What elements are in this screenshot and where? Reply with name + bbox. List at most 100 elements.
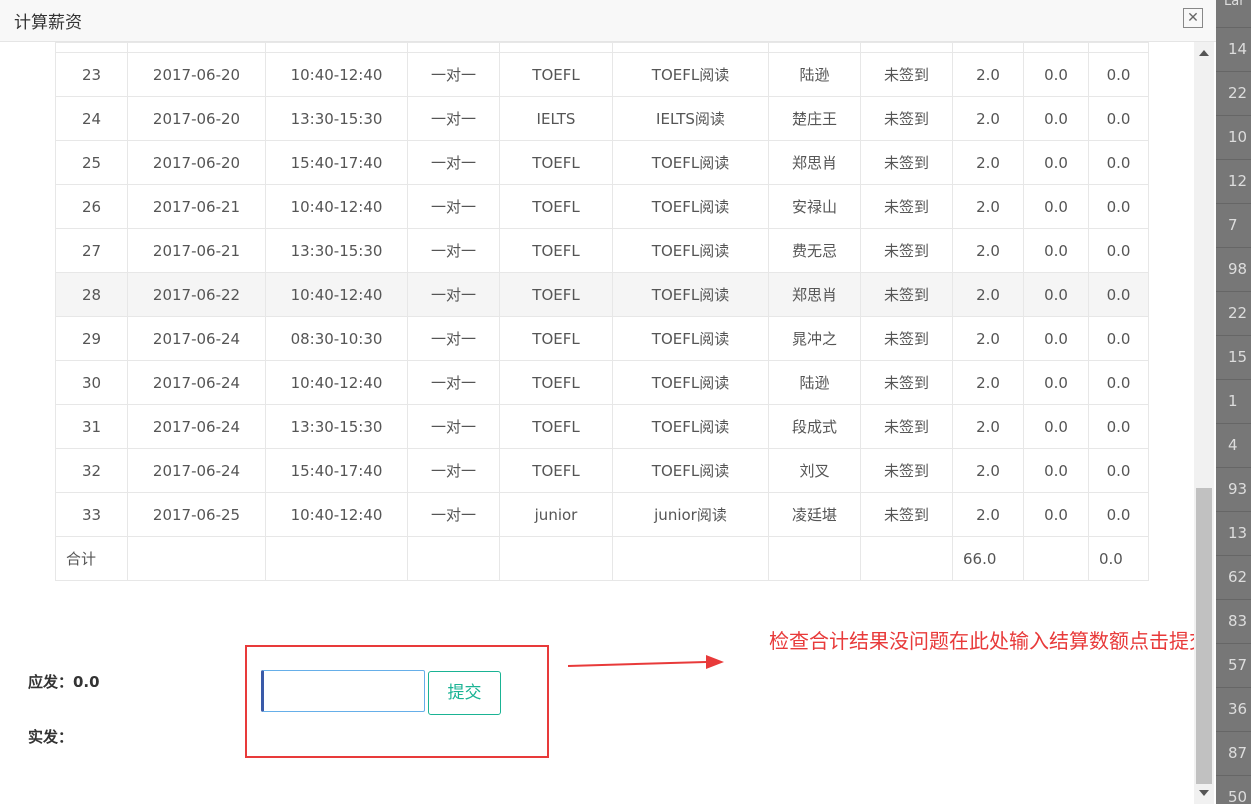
- background-cell: 22: [1216, 291, 1251, 335]
- cell-class-type: 一对一: [407, 96, 500, 141]
- cell-subject: TOEFL阅读: [612, 316, 769, 361]
- cell-attendance: 未签到: [860, 360, 953, 405]
- cell-date: 2017-06-22: [127, 272, 266, 317]
- background-cell: 98: [1216, 247, 1251, 291]
- cell-course: junior: [499, 492, 613, 537]
- cell-student: 郑思肖: [768, 272, 861, 317]
- actual-amount-input[interactable]: [261, 670, 425, 712]
- cell-amount-a: 0.0: [1023, 360, 1089, 405]
- cell-row-number: 32: [55, 448, 128, 493]
- cell-hours: 2.0: [952, 140, 1024, 185]
- cell-course: IELTS: [499, 96, 613, 141]
- cell-time-slot: 10:40-12:40: [265, 492, 408, 537]
- cell-row-number: 31: [55, 404, 128, 449]
- cell-class-type: 一对一: [407, 404, 500, 449]
- background-cell-value: 36: [1228, 700, 1248, 718]
- cell-class-type: 一对一: [407, 272, 500, 317]
- background-cell: 1: [1216, 379, 1251, 423]
- background-cell-value: 93: [1228, 480, 1248, 498]
- cell-subject: junior阅读: [612, 492, 769, 537]
- submit-button[interactable]: 提交: [428, 671, 501, 715]
- background-cell-value: 87: [1228, 744, 1248, 762]
- cell-hours: 2.0: [952, 52, 1024, 97]
- cell-hours: 2.0: [952, 404, 1024, 449]
- cell-row-number: 33: [55, 492, 128, 537]
- cell-amount-a: 0.0: [1023, 184, 1089, 229]
- cell-amount-b: 0.0: [1088, 492, 1149, 537]
- table-total-row: 合计 66.0 0.0: [55, 536, 1149, 581]
- cell-hours: 2.0: [952, 184, 1024, 229]
- scrollbar-thumb[interactable]: [1196, 488, 1212, 784]
- cell-student: 郑思肖: [768, 140, 861, 185]
- cell-subject: TOEFL阅读: [612, 228, 769, 273]
- cell-hours: 2.0: [952, 316, 1024, 361]
- cell-amount-a: 0.0: [1023, 52, 1089, 97]
- background-cell: 15: [1216, 335, 1251, 379]
- cell-student: 陆逊: [768, 360, 861, 405]
- cell-class-type: 一对一: [407, 316, 500, 361]
- background-cell-value: 15: [1228, 348, 1248, 366]
- background-cell-value: 4: [1228, 436, 1238, 454]
- background-cell: 7: [1216, 203, 1251, 247]
- cell-subject: IELTS阅读: [612, 96, 769, 141]
- vertical-scrollbar[interactable]: [1194, 42, 1214, 804]
- close-icon[interactable]: ✕: [1183, 8, 1203, 28]
- cell-date: 2017-06-20: [127, 96, 266, 141]
- background-cell-value: 7: [1228, 216, 1238, 234]
- background-cell-value: 10: [1228, 128, 1248, 146]
- cell-attendance: 未签到: [860, 228, 953, 273]
- table-row: 31 2017-06-24 13:30-15:30 一对一 TOEFL TOEFL阅读 段成…: [55, 404, 1149, 449]
- actual-amount-label: 实发：: [28, 728, 74, 746]
- annotation-arrow: [567, 655, 724, 669]
- background-cell-value: 14: [1228, 40, 1248, 58]
- cell-attendance: 未签到: [860, 272, 953, 317]
- cell-class-type: 一对一: [407, 52, 500, 97]
- cell-subject: TOEFL阅读: [612, 52, 769, 97]
- background-cell: 13: [1216, 511, 1251, 555]
- background-page-strip: Lar 14 22 10 12 7 98 22 15 1 4 93 13 62 83 57 36 87 50: [1216, 0, 1251, 804]
- cell-student: 安禄山: [768, 184, 861, 229]
- cell-amount-a: 0.0: [1023, 492, 1089, 537]
- scroll-up-icon[interactable]: [1199, 50, 1209, 56]
- cell-date: 2017-06-20: [127, 52, 266, 97]
- cell-amount-b: 0.0: [1088, 184, 1149, 229]
- cell-amount-b: 0.0: [1088, 360, 1149, 405]
- cell-course: TOEFL: [499, 184, 613, 229]
- cell-row-number: 24: [55, 96, 128, 141]
- background-cell: 12: [1216, 159, 1251, 203]
- modal-header: 计算薪资 ✕: [0, 0, 1216, 42]
- background-cell: 50: [1216, 775, 1251, 804]
- cell-course: TOEFL: [499, 272, 613, 317]
- cell-amount-a: 0.0: [1023, 316, 1089, 361]
- cell-time-slot: 13:30-15:30: [265, 96, 408, 141]
- cell-time-slot: 10:40-12:40: [265, 184, 408, 229]
- background-cell-value: 83: [1228, 612, 1248, 630]
- cell-student: 楚庄王: [768, 96, 861, 141]
- cell-amount-b: 0.0: [1088, 96, 1149, 141]
- cell-class-type: 一对一: [407, 140, 500, 185]
- total-cell: [127, 536, 266, 581]
- cell-date: 2017-06-24: [127, 404, 266, 449]
- cell-subject: TOEFL阅读: [612, 272, 769, 317]
- cell-amount-b: 0.0: [1088, 404, 1149, 449]
- cell-attendance: 未签到: [860, 96, 953, 141]
- table-row: 23 2017-06-20 10:40-12:40 一对一 TOEFL TOEFL阅读 陆逊…: [55, 52, 1149, 97]
- cell-amount-a: 0.0: [1023, 96, 1089, 141]
- cell-hours: 2.0: [952, 96, 1024, 141]
- background-cell-value: 1: [1228, 392, 1238, 410]
- cell-row-number: 25: [55, 140, 128, 185]
- table-row: 28 2017-06-22 10:40-12:40 一对一 TOEFL TOEFL阅读 郑思…: [55, 272, 1149, 317]
- cell-class-type: 一对一: [407, 228, 500, 273]
- table-row: 32 2017-06-24 15:40-17:40 一对一 TOEFL TOEFL阅读 刘叉…: [55, 448, 1149, 493]
- total-label: 合计: [55, 536, 128, 581]
- cell-hours: 2.0: [952, 228, 1024, 273]
- table-row: 25 2017-06-20 15:40-17:40 一对一 TOEFL TOEFL阅读 郑思…: [55, 140, 1149, 185]
- cell-amount-a: 0.0: [1023, 272, 1089, 317]
- cell-amount-a: 0.0: [1023, 140, 1089, 185]
- cell-course: TOEFL: [499, 140, 613, 185]
- background-cell: 93: [1216, 467, 1251, 511]
- total-cell: [1023, 536, 1089, 581]
- cell-hours: 2.0: [952, 360, 1024, 405]
- total-cell: [768, 536, 861, 581]
- scroll-down-icon[interactable]: [1199, 790, 1209, 796]
